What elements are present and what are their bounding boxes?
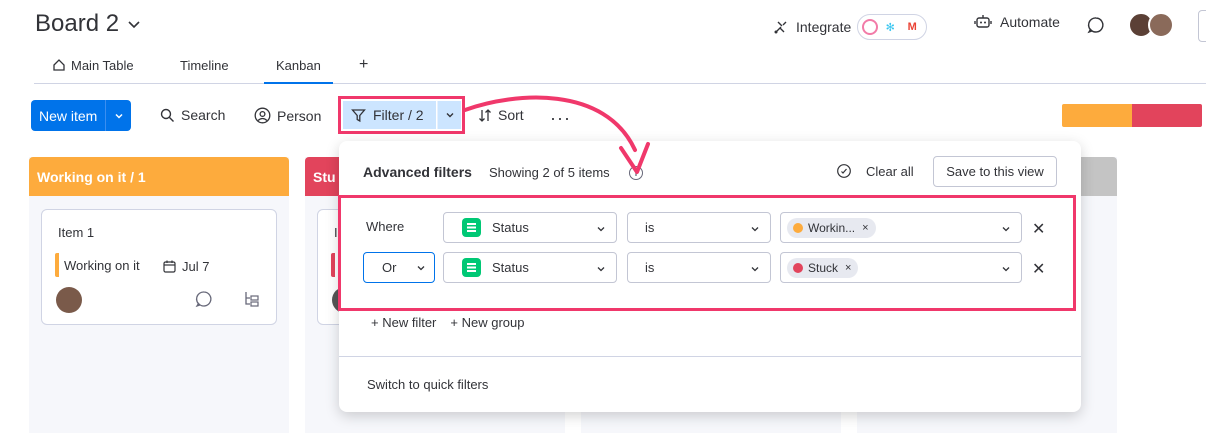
integrate-button[interactable]: Integrate ✻ M <box>772 14 928 40</box>
board-title-text: Board 2 <box>35 10 120 37</box>
board-title[interactable]: Board 2 <box>35 10 141 38</box>
subitems-icon[interactable] <box>243 290 261 308</box>
chat-icon[interactable] <box>1087 16 1105 34</box>
column-title: Working on it / 1 <box>37 168 146 185</box>
progress-segment-working <box>1062 104 1132 127</box>
gmail-icon: M <box>907 21 917 33</box>
person-icon <box>254 107 271 124</box>
chevron-down-icon[interactable] <box>127 17 141 31</box>
home-icon <box>53 59 65 71</box>
tab-label: Main Table <box>71 57 134 73</box>
invite-button[interactable] <box>1198 10 1206 42</box>
view-tabs: Main Table Timeline Kanban + <box>34 56 1206 84</box>
kanban-card[interactable]: Item 1 Working on it Jul 7 <box>41 209 277 325</box>
card-date[interactable]: Jul 7 <box>163 255 209 277</box>
search-icon <box>160 108 174 122</box>
search-label: Search <box>181 107 226 123</box>
status-label: Working on it <box>64 257 140 273</box>
save-view-label: Save to this view <box>946 164 1044 179</box>
clear-all-label: Clear all <box>866 163 914 179</box>
add-filter-links: + New filter + New group <box>371 315 524 330</box>
save-to-view-button[interactable]: Save to this view <box>933 156 1057 187</box>
new-item-dropdown[interactable] <box>105 100 132 131</box>
board-members[interactable] <box>1128 12 1174 38</box>
kanban-column-working: Working on it / 1 Item 1 Working on it J… <box>29 157 289 433</box>
annotation-arrow <box>463 95 650 174</box>
new-filter-button[interactable]: + New filter <box>371 315 436 330</box>
progress-segment-stuck <box>1132 104 1202 127</box>
tab-kanban[interactable]: Kanban <box>264 56 333 84</box>
new-item-button-group: New item <box>31 100 132 131</box>
tab-label: Kanban <box>276 57 321 73</box>
clear-icon <box>837 164 851 178</box>
integrate-icon <box>774 21 787 34</box>
person-label: Person <box>277 107 322 124</box>
column-header[interactable]: Working on it / 1 <box>29 157 289 196</box>
clear-all-button[interactable]: Clear all <box>836 163 914 179</box>
card-title[interactable]: Item 1 <box>58 225 94 240</box>
column-title: Stu <box>313 168 336 185</box>
filter-rows-highlight <box>338 195 1076 311</box>
search-button[interactable]: Search <box>160 107 225 123</box>
avatar <box>1148 12 1174 38</box>
automate-label: Automate <box>1000 14 1060 30</box>
date-label: Jul 7 <box>182 258 210 274</box>
new-item-label: New item <box>39 107 98 124</box>
new-item-button[interactable]: New item <box>31 100 106 131</box>
integration-apps: ✻ M <box>857 14 928 40</box>
card-status[interactable]: Working on it <box>55 253 140 277</box>
calendar-icon <box>163 260 176 273</box>
tab-timeline[interactable]: Timeline <box>180 56 229 74</box>
integrate-label: Integrate <box>796 19 852 35</box>
divider <box>339 356 1081 357</box>
filter-highlight <box>338 96 465 134</box>
chevron-down-icon <box>115 113 123 119</box>
slack-icon: ✻ <box>885 21 895 34</box>
status-progress-bar <box>1062 104 1202 127</box>
chat-icon[interactable] <box>195 290 213 308</box>
avatar[interactable] <box>56 287 82 313</box>
switch-quick-filters-button[interactable]: Switch to quick filters <box>367 377 488 392</box>
tab-label: + <box>359 56 369 73</box>
robot-icon <box>974 15 992 28</box>
tab-label: Timeline <box>180 57 229 73</box>
add-view-button[interactable]: + <box>359 56 368 74</box>
person-filter-button[interactable]: Person <box>254 107 321 124</box>
automate-button[interactable]: Automate <box>974 14 1060 30</box>
tab-main-table[interactable]: Main Table <box>52 56 134 74</box>
new-group-button[interactable]: + New group <box>450 315 524 330</box>
dribbble-icon <box>862 19 879 35</box>
